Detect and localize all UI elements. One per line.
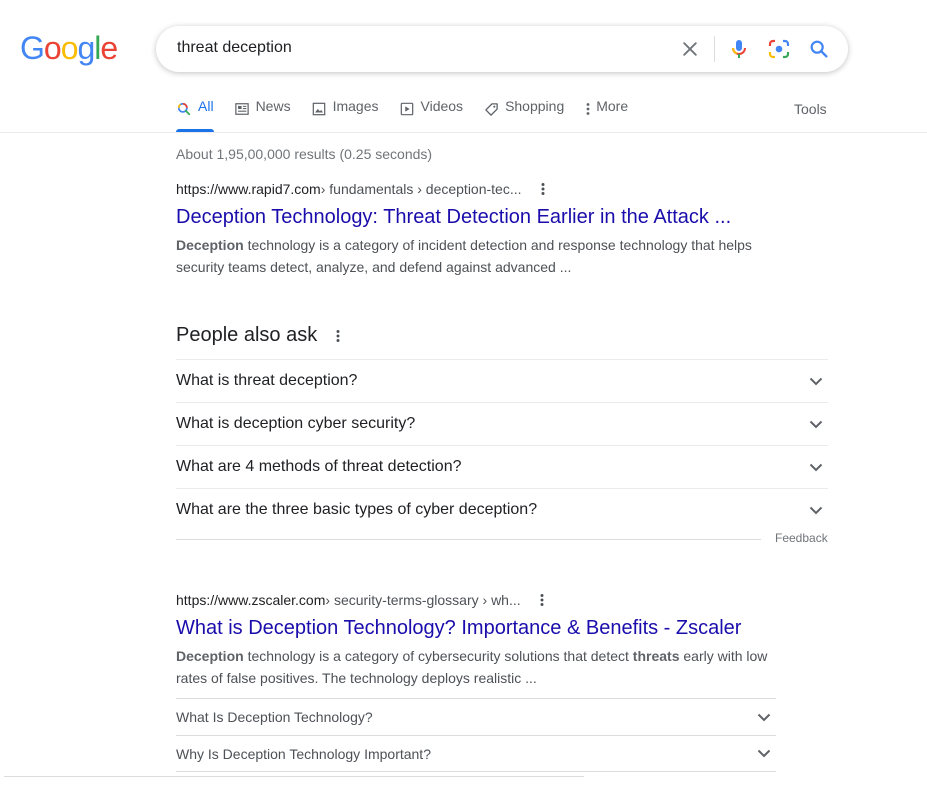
- microphone-icon[interactable]: [727, 37, 751, 61]
- paa-divider: [176, 539, 761, 540]
- sublink-text: Why Is Deception Technology Important?: [176, 745, 431, 762]
- chevron-down-icon: [752, 705, 776, 729]
- result-breadcrumb: › fundamentals › deception-tec...: [320, 181, 522, 197]
- tab-videos[interactable]: Videos: [399, 98, 464, 132]
- tabs-divider: [0, 132, 927, 133]
- more-vert-icon[interactable]: [333, 328, 343, 344]
- search-input[interactable]: threat deception: [177, 39, 292, 57]
- snippet-highlight: Deception: [176, 237, 244, 253]
- logo-letter: o: [43, 30, 62, 66]
- chevron-down-icon: [804, 412, 828, 436]
- paa-title: People also ask: [176, 324, 318, 346]
- result-breadcrumb: › security-terms-glossary › wh...: [325, 592, 521, 608]
- logo-letter: o: [60, 30, 79, 66]
- logo-letter: g: [77, 30, 95, 66]
- tab-news[interactable]: News: [234, 98, 291, 132]
- clear-icon[interactable]: [678, 37, 702, 61]
- tab-shopping[interactable]: Shopping: [483, 98, 564, 132]
- sublink-item[interactable]: Why Is Deception Technology Important?: [176, 735, 776, 772]
- video-icon: [399, 101, 415, 117]
- result-snippet: Deception technology is a category of in…: [176, 234, 776, 278]
- paa-question[interactable]: What is threat deception?: [176, 359, 828, 402]
- people-also-ask-list: What is threat deception? What is decept…: [176, 359, 828, 531]
- paa-question-text: What are the three basic types of cyber …: [176, 501, 538, 518]
- tag-icon: [483, 101, 499, 117]
- tab-label: All: [198, 98, 214, 114]
- tab-label: More: [596, 98, 629, 114]
- result-url[interactable]: https://www.rapid7.com › fundamentals › …: [176, 181, 776, 197]
- tab-label: Images: [332, 98, 379, 114]
- feedback-link[interactable]: Feedback: [775, 531, 828, 545]
- people-also-ask-heading: People also ask: [176, 324, 343, 347]
- snippet-text: technology is a category of cybersecurit…: [243, 648, 633, 664]
- chevron-down-icon: [752, 742, 776, 766]
- chevron-down-icon: [804, 498, 828, 522]
- result-host: https://www.rapid7.com: [176, 181, 321, 197]
- chevron-down-icon: [804, 455, 828, 479]
- search-icon: [176, 101, 192, 117]
- search-box[interactable]: threat deception: [156, 26, 848, 72]
- paa-question-text: What is threat deception?: [176, 372, 358, 389]
- tab-label: Videos: [420, 98, 464, 114]
- snippet-highlight: Deception: [176, 648, 244, 664]
- chevron-down-icon: [804, 369, 828, 393]
- google-logo[interactable]: G o o g l e: [20, 30, 118, 67]
- more-vert-icon[interactable]: [535, 593, 549, 607]
- paa-question-text: What is deception cyber security?: [176, 415, 416, 432]
- more-vert-icon: [584, 101, 592, 117]
- result-host: https://www.zscaler.com: [176, 592, 326, 608]
- result-url[interactable]: https://www.zscaler.com › security-terms…: [176, 592, 776, 608]
- tab-images[interactable]: Images: [311, 98, 379, 132]
- page-divider: [4, 776, 584, 777]
- more-vert-icon[interactable]: [536, 182, 550, 196]
- logo-letter: e: [100, 30, 118, 66]
- tab-label: News: [255, 98, 291, 114]
- search-result: https://www.zscaler.com › security-terms…: [176, 592, 776, 689]
- snippet-highlight: threats: [632, 648, 680, 664]
- logo-letter: G: [20, 30, 45, 66]
- tools-button[interactable]: Tools: [794, 101, 827, 117]
- paa-question[interactable]: What are the three basic types of cyber …: [176, 488, 828, 531]
- news-icon: [234, 101, 250, 117]
- result-title-link[interactable]: Deception Technology: Threat Detection E…: [176, 204, 776, 230]
- result-stats: About 1,95,00,000 results (0.25 seconds): [176, 146, 433, 162]
- paa-question-text: What are 4 methods of threat detection?: [176, 458, 462, 475]
- sublink-item[interactable]: What Is Deception Technology?: [176, 698, 776, 735]
- search-icon[interactable]: [807, 37, 831, 61]
- search-result: https://www.rapid7.com › fundamentals › …: [176, 181, 776, 278]
- tab-all[interactable]: All: [176, 98, 214, 132]
- image-icon: [311, 101, 327, 117]
- paa-question[interactable]: What is deception cyber security?: [176, 402, 828, 445]
- result-title-link[interactable]: What is Deception Technology? Importance…: [176, 615, 776, 641]
- paa-question[interactable]: What are 4 methods of threat detection?: [176, 445, 828, 488]
- tab-more[interactable]: More: [584, 98, 628, 132]
- result-snippet: Deception technology is a category of cy…: [176, 645, 776, 689]
- result-sublinks: What Is Deception Technology? Why Is Dec…: [176, 698, 776, 772]
- snippet-text: technology is a category of incident det…: [176, 237, 752, 275]
- sublink-text: What Is Deception Technology?: [176, 709, 373, 725]
- search-divider: [714, 36, 715, 62]
- tab-label: Shopping: [505, 98, 565, 114]
- search-tabs: All News Images Videos Shopping More: [176, 98, 648, 132]
- lens-camera-icon[interactable]: [767, 37, 791, 61]
